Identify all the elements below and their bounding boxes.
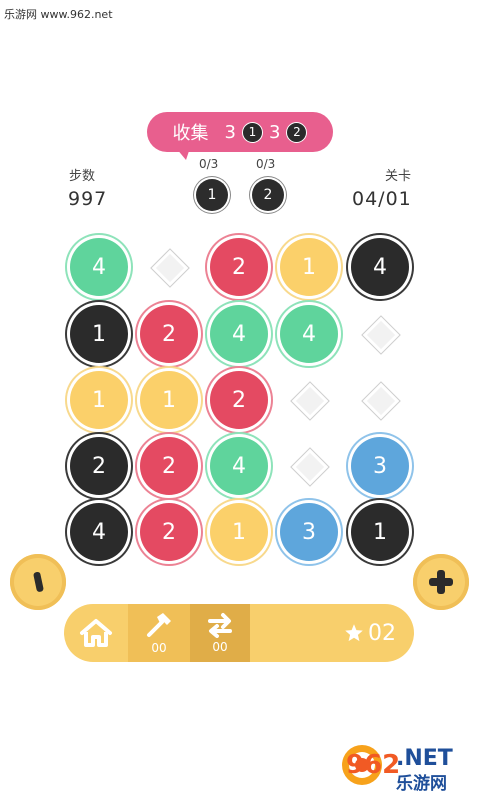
- bottom-toolbar: 00 00 02: [64, 604, 414, 662]
- tile-green[interactable]: 4: [70, 238, 128, 296]
- tile-red[interactable]: 2: [140, 503, 198, 561]
- tile-blue[interactable]: 3: [351, 437, 409, 495]
- tile-green[interactable]: 4: [280, 305, 338, 363]
- watermark-text: 乐游网 www.962.net: [4, 8, 113, 21]
- swap-tool-button[interactable]: 00: [190, 604, 250, 662]
- goal-progress-2: 0/3: [256, 157, 276, 171]
- empty-slot-diamond[interactable]: [361, 381, 401, 421]
- hammer-tool-button[interactable]: 00: [128, 604, 190, 662]
- collect-number-1-icon: 1: [242, 121, 263, 143]
- goal-tile-1: 1: [196, 179, 228, 211]
- logo-chinese: 乐游网: [396, 773, 447, 794]
- empty-slot-diamond[interactable]: [150, 248, 190, 288]
- tile-blue[interactable]: 3: [280, 503, 338, 561]
- logo-number: 962: [346, 750, 400, 780]
- star-count-value: 02: [368, 620, 396, 646]
- empty-slot-diamond[interactable]: [290, 381, 330, 421]
- tile-red[interactable]: 2: [140, 437, 198, 495]
- collect-count-1: 3: [224, 121, 236, 143]
- goal-progress-1: 0/3: [199, 157, 219, 171]
- tile-red[interactable]: 2: [140, 305, 198, 363]
- steps-label: 步数: [69, 169, 96, 184]
- swap-arrows-icon: [208, 613, 232, 638]
- tile-yellow[interactable]: 1: [280, 238, 338, 296]
- hammer-count: 00: [151, 641, 167, 655]
- swap-count: 00: [212, 640, 228, 654]
- tile-red[interactable]: 2: [210, 371, 268, 429]
- minus-bar-icon: [33, 571, 44, 592]
- tile-green[interactable]: 4: [210, 437, 268, 495]
- goal-tile-2: 2: [252, 179, 284, 211]
- add-button[interactable]: [413, 554, 469, 610]
- empty-slot-diamond[interactable]: [361, 315, 401, 355]
- tile-black[interactable]: 4: [70, 503, 128, 561]
- tile-yellow[interactable]: 1: [210, 503, 268, 561]
- home-button[interactable]: [64, 604, 128, 662]
- hammer-icon: [147, 613, 171, 637]
- tile-black[interactable]: 1: [351, 503, 409, 561]
- collect-count-2: 3: [269, 121, 281, 143]
- banner-tail: [176, 148, 190, 160]
- site-logo: 962 .NET 乐游网: [340, 735, 478, 797]
- home-icon: [80, 619, 112, 647]
- collect-target-banner: 收集 3 1 3 2: [147, 112, 333, 152]
- level-value: 04/01: [352, 188, 412, 210]
- tile-green[interactable]: 4: [210, 305, 268, 363]
- level-label: 关卡: [385, 169, 412, 184]
- collect-label: 收集: [172, 123, 209, 144]
- empty-slot-diamond[interactable]: [290, 447, 330, 487]
- left-side-button[interactable]: [10, 554, 66, 610]
- star-icon: [345, 624, 363, 642]
- tile-black[interactable]: 1: [70, 305, 128, 363]
- tile-black[interactable]: 4: [351, 238, 409, 296]
- tile-red[interactable]: 2: [210, 238, 268, 296]
- logo-suffix: .NET: [396, 746, 453, 771]
- plus-icon: [429, 570, 453, 594]
- tile-black[interactable]: 2: [70, 437, 128, 495]
- steps-value: 997: [68, 188, 108, 210]
- tile-yellow[interactable]: 1: [140, 371, 198, 429]
- tile-yellow[interactable]: 1: [70, 371, 128, 429]
- collect-number-2-icon: 2: [286, 121, 308, 143]
- star-counter: 02: [344, 604, 396, 662]
